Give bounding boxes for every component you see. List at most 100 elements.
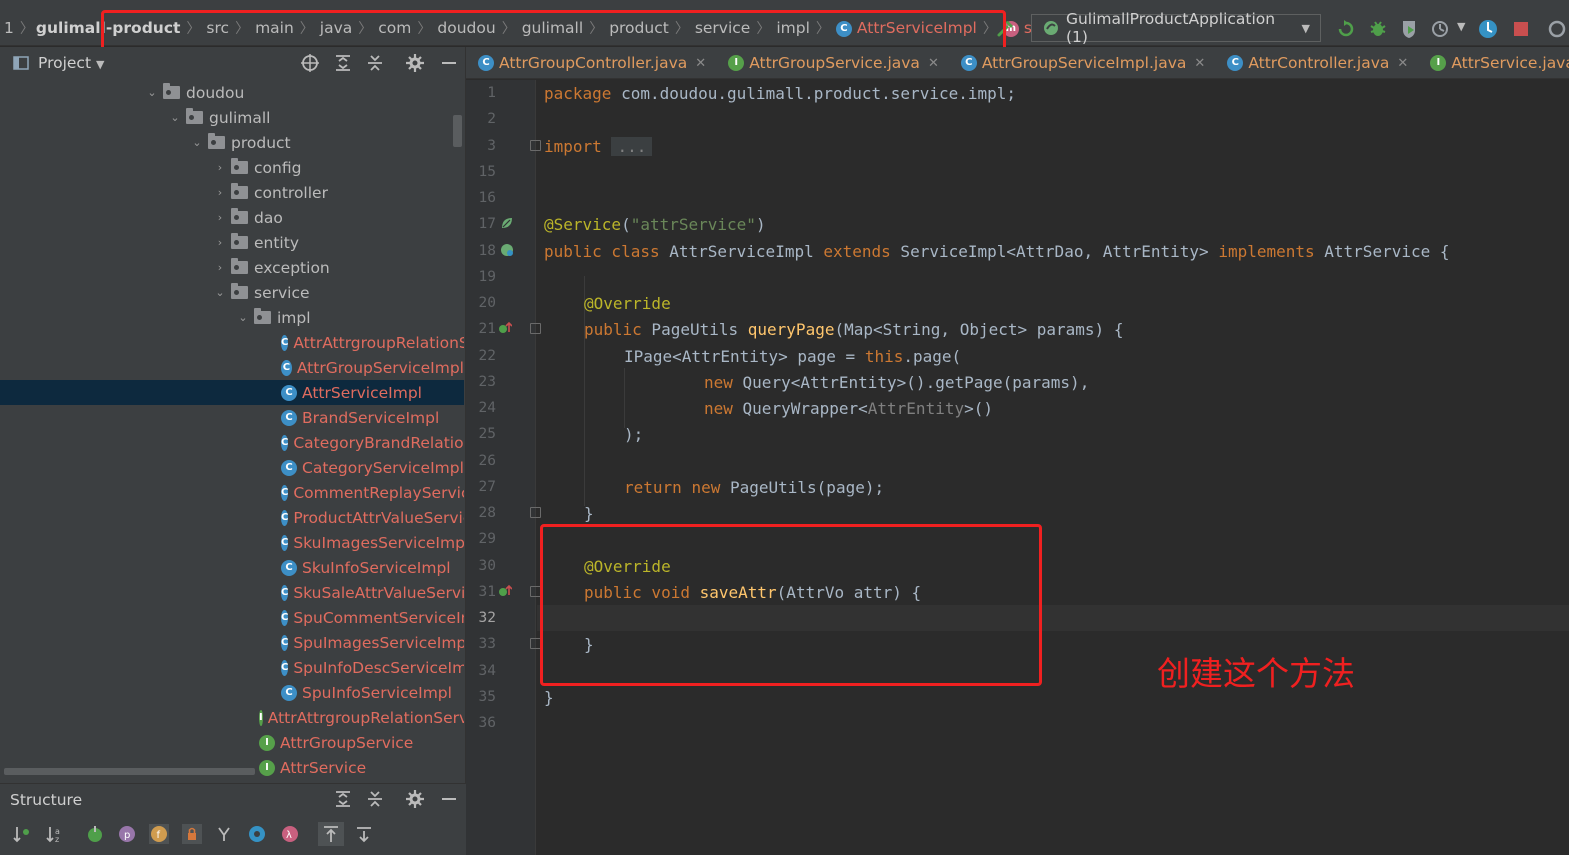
tree-item-class[interactable]: CSpuCommentServiceImpl [0,605,464,630]
fold-icon[interactable] [530,323,541,334]
chevron-down-icon[interactable]: ⌄ [190,136,204,149]
breadcrumb-item[interactable]: service [691,19,755,37]
autoscroll-from-source-icon[interactable] [354,824,374,844]
tree-item-folder[interactable]: › dao [0,205,464,230]
tree-item-class[interactable]: CAttrAttrgroupRelationServiceImpl [0,330,464,355]
hide-minus-icon[interactable] [439,53,459,73]
show-lambdas-icon[interactable] [214,824,234,844]
tree-item-folder[interactable]: › entity [0,230,464,255]
breadcrumb-item[interactable]: src [202,19,233,37]
tree-item-class[interactable]: C SpuInfoServiceImpl [0,680,464,705]
chevron-right-icon[interactable]: › [213,211,227,224]
autoscroll-to-source-icon[interactable] [318,822,344,846]
tree-item-folder[interactable]: ⌄ impl [0,305,464,330]
tree-item-class[interactable]: CSkuSaleAttrValueServiceImpl [0,580,464,605]
show-fields-icon[interactable]: f [149,824,169,844]
tab-attrservice[interactable]: I AttrService.java ✕ [1418,47,1569,78]
gear-icon[interactable] [405,789,425,809]
run-with-coverage-icon[interactable] [1399,18,1421,40]
implements-method-icon[interactable] [498,584,512,598]
fold-icon[interactable] [530,140,541,151]
breadcrumb-item-class[interactable]: C AttrServiceImpl [832,19,981,37]
sort-by-visibility-icon[interactable] [12,824,32,844]
chevron-down-icon[interactable]: ⌄ [213,286,227,299]
breadcrumb-item-module[interactable]: gulimall-product [36,19,185,37]
tab-attrgroupserviceimpl[interactable]: C AttrGroupServiceImpl.java ✕ [949,47,1215,78]
project-panel-title[interactable]: Project ▼ [38,54,104,72]
tree-item-class[interactable]: C SpuImagesServiceImpl [0,630,464,655]
tree-item-folder[interactable]: ⌄ service [0,280,464,305]
chevron-right-icon[interactable]: › [213,186,227,199]
chevron-down-icon[interactable]: ⌄ [145,86,159,99]
build-hammer-icon[interactable] [996,18,1016,38]
tree-item-class[interactable]: C CategoryServiceImpl [0,455,464,480]
run-configuration-select[interactable]: GulimallProductApplication (1) ▼ [1031,10,1321,46]
breadcrumb-item[interactable]: gulimall [518,19,588,37]
tree-item-class-selected[interactable]: C AttrServiceImpl [0,380,464,405]
breadcrumb-item[interactable]: 1 [0,19,18,37]
tree-item-folder[interactable]: › exception [0,255,464,280]
show-properties-icon[interactable]: p [117,824,137,844]
hide-minus-icon[interactable] [439,789,459,809]
close-icon[interactable]: ✕ [1397,56,1408,71]
close-icon[interactable]: ✕ [695,56,706,71]
expand-all-icon[interactable] [333,789,353,809]
chevron-down-icon[interactable]: ⌄ [168,111,182,124]
expand-all-icon[interactable] [333,53,353,73]
tree-item-folder[interactable]: ⌄ doudou [0,80,464,105]
collapse-all-icon[interactable] [365,789,385,809]
show-non-public-lock-icon[interactable] [182,824,202,844]
chevron-down-icon[interactable]: ⌄ [236,311,250,324]
breadcrumb-item[interactable]: java [316,19,356,37]
gear-icon[interactable] [405,53,425,73]
structure-panel-title[interactable]: Structure [10,791,82,809]
chevron-right-icon[interactable]: › [213,161,227,174]
close-icon[interactable]: ✕ [1194,56,1205,71]
tree-item-class[interactable]: C SpuInfoDescServiceImpl [0,655,464,680]
tab-attrgroupcontroller[interactable]: C AttrGroupController.java ✕ [466,47,716,78]
close-icon[interactable]: ✕ [928,56,939,71]
profiler-icon[interactable] [1430,18,1452,40]
fold-icon[interactable] [530,507,541,518]
update-running-app-icon[interactable] [1477,18,1499,40]
tree-item-class[interactable]: CCommentReplayServiceImpl [0,480,464,505]
tab-attrcontroller[interactable]: C AttrController.java ✕ [1215,47,1418,78]
breadcrumb-item[interactable]: impl [772,19,814,37]
fold-icon[interactable] [530,638,541,649]
project-horizontal-scrollbar[interactable] [4,768,255,775]
tree-item-class[interactable]: C AttrGroupServiceImpl [0,355,464,380]
project-vertical-scrollbar[interactable] [453,115,462,147]
debug-bug-icon[interactable] [1367,18,1389,40]
collapse-all-icon[interactable] [365,53,385,73]
tree-item-folder[interactable]: ⌄ product [0,130,464,155]
spring-bean-icon[interactable] [500,243,514,257]
show-lambda-icon[interactable]: λ [280,824,300,844]
search-everywhere-icon[interactable] [1546,18,1568,40]
rerun-icon[interactable] [1335,18,1357,40]
breadcrumb-item[interactable]: main [251,19,298,37]
breadcrumb-item[interactable]: doudou [433,19,499,37]
locate-crosshair-icon[interactable] [300,53,320,73]
code-editor[interactable] [537,80,1569,855]
breadcrumb-item[interactable]: com [374,19,415,37]
tree-item-class[interactable]: C SkuImagesServiceImpl [0,530,464,555]
chevron-right-icon[interactable]: › [213,261,227,274]
chevron-right-icon[interactable]: › [213,236,227,249]
show-anonymous-icon[interactable] [247,824,267,844]
folded-imports[interactable]: ... [611,137,653,156]
tree-item-class[interactable]: C BrandServiceImpl [0,405,464,430]
stop-icon[interactable] [1510,18,1532,40]
tree-item-folder[interactable]: › config [0,155,464,180]
tree-item-folder[interactable]: › controller [0,180,464,205]
sort-alphabetically-icon[interactable]: az [45,824,65,844]
tab-attrgroupservice[interactable]: I AttrGroupService.java ✕ [716,47,949,78]
spring-bean-icon[interactable] [500,216,514,230]
tree-item-class[interactable]: C SkuInfoServiceImpl [0,555,464,580]
breadcrumb-item[interactable]: product [605,19,673,37]
tree-item-class[interactable]: CCategoryBrandRelationServiceImpl [0,430,464,455]
show-inherited-icon[interactable] [85,824,105,844]
chevron-down-icon[interactable]: ▼ [1457,20,1465,33]
tree-item-interface[interactable]: IAttrAttrgroupRelationService [0,705,464,730]
tree-item-folder[interactable]: ⌄ gulimall [0,105,464,130]
tree-item-class[interactable]: CProductAttrValueServiceImpl [0,505,464,530]
